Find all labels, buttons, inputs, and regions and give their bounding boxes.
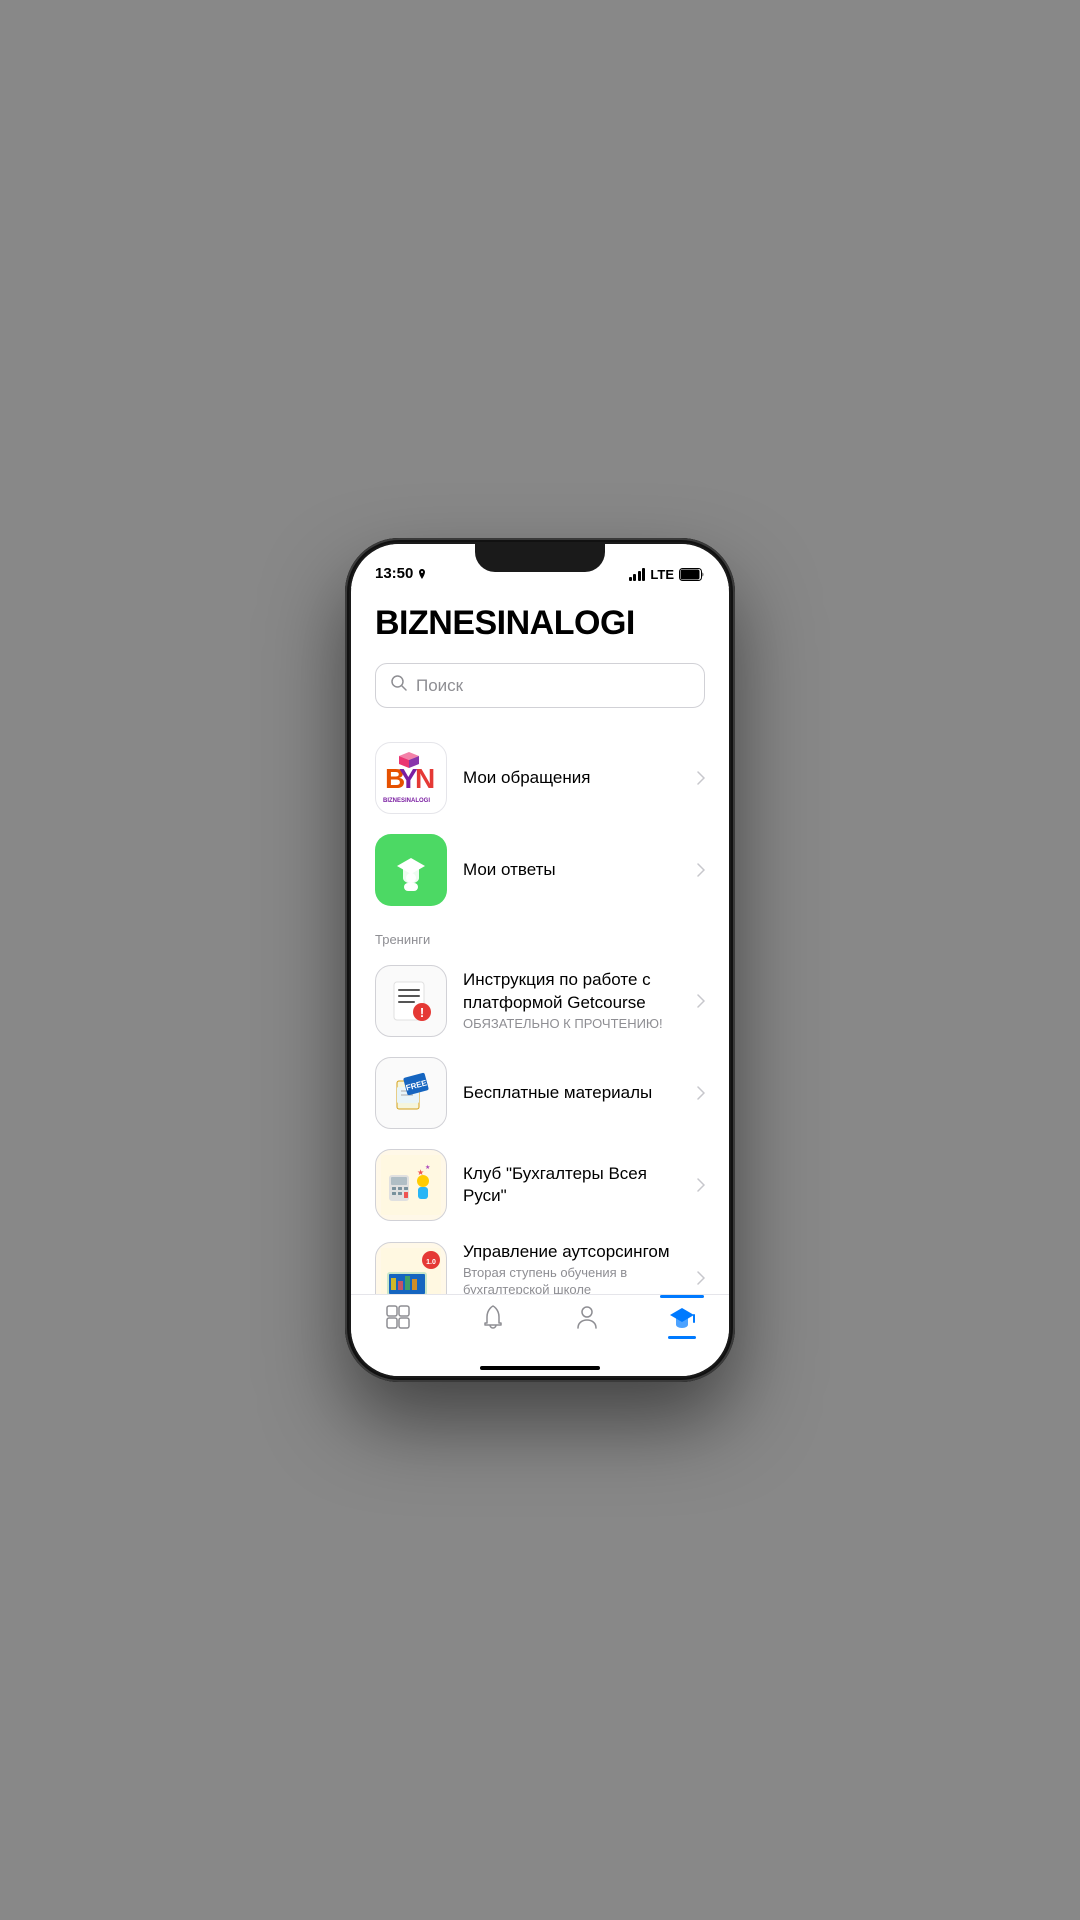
free-materials-icon: FREE	[375, 1057, 447, 1129]
carrier-label: LTE	[650, 567, 674, 582]
accountants-club-title: Клуб "Бухгалтеры Всея Руси"	[463, 1163, 681, 1207]
chevron-right-icon5	[697, 1178, 705, 1192]
svg-text:!: !	[420, 1005, 424, 1020]
accountants-club-text: Клуб "Бухгалтеры Всея Руси"	[463, 1163, 681, 1207]
nav-profile[interactable]	[561, 1303, 613, 1331]
outsourcing-title: Управление аутсорсингом	[463, 1241, 681, 1263]
chevron-right-icon4	[697, 1086, 705, 1100]
graduation-green-icon	[375, 834, 447, 906]
app-title: BIZNESINALOGI	[375, 604, 705, 643]
graduation-cap-icon	[668, 1303, 696, 1331]
svg-text:★: ★	[417, 1168, 424, 1177]
club-svg: ★ ★	[381, 1155, 441, 1215]
instruction-svg: !	[386, 976, 436, 1026]
bin-logo-icon: B Y N BIZNESINALOGI	[375, 742, 447, 814]
nav-courses[interactable]	[372, 1303, 424, 1331]
status-icons: LTE	[629, 567, 705, 582]
grad-svg	[389, 848, 433, 892]
free-materials-item[interactable]: FREE Бесплатные материалы	[375, 1047, 705, 1139]
search-bar[interactable]	[375, 663, 705, 708]
search-icon	[390, 674, 408, 697]
nav-notifications[interactable]	[467, 1303, 519, 1331]
my-answers-title: Мои ответы	[463, 859, 681, 881]
my-requests-item[interactable]: B Y N BIZNESINALOGI	[375, 732, 705, 824]
nav-training[interactable]	[656, 1303, 708, 1331]
battery-icon	[679, 568, 705, 581]
svg-text:N: N	[415, 763, 435, 794]
chevron-right-icon6	[697, 1271, 705, 1285]
grid-icon	[384, 1303, 412, 1331]
home-indicator	[480, 1366, 600, 1370]
instruction-item[interactable]: ! Инструкция по работе с платформой Getc…	[375, 955, 705, 1047]
svg-text:BIZNESINALOGI: BIZNESINALOGI	[383, 798, 430, 804]
chevron-right-icon	[697, 771, 705, 785]
status-time: 13:50	[375, 565, 428, 582]
accountants-club-icon: ★ ★	[375, 1149, 447, 1221]
free-materials-title: Бесплатные материалы	[463, 1082, 681, 1104]
person-icon	[573, 1303, 601, 1331]
scroll-content[interactable]: BIZNESINALOGI	[351, 588, 729, 1376]
my-answers-item[interactable]: Мои ответы	[375, 824, 705, 916]
phone-screen: 13:50 LTE	[351, 544, 729, 1376]
free-materials-text: Бесплатные материалы	[463, 1082, 681, 1104]
bin-logo-svg: B Y N BIZNESINALOGI	[381, 750, 441, 806]
chevron-right-icon2	[697, 863, 705, 877]
signal-icon	[629, 568, 646, 581]
svg-text:★: ★	[425, 1164, 430, 1171]
instruction-title: Инструкция по работе с платформой Getcou…	[463, 969, 681, 1013]
free-svg: FREE	[383, 1065, 439, 1121]
phone-frame: 13:50 LTE	[345, 538, 735, 1382]
instruction-icon: !	[375, 965, 447, 1037]
my-answers-text: Мои ответы	[463, 859, 681, 881]
trainings-section-label: Тренинги	[375, 932, 705, 947]
bell-icon	[479, 1303, 507, 1331]
svg-text:1.0: 1.0	[426, 1259, 436, 1266]
my-requests-title: Мои обращения	[463, 767, 681, 789]
instruction-subtitle: ОБЯЗАТЕЛЬНО К ПРОЧТЕНИЮ!	[463, 1016, 681, 1033]
my-requests-text: Мои обращения	[463, 767, 681, 789]
accountants-club-item[interactable]: ★ ★ Клуб "Бухгалтеры Всея Руси"	[375, 1139, 705, 1231]
bottom-navigation	[351, 1294, 729, 1376]
notch	[475, 544, 605, 572]
instruction-text: Инструкция по работе с платформой Getcou…	[463, 969, 681, 1032]
search-input[interactable]	[416, 676, 690, 696]
chevron-right-icon3	[697, 994, 705, 1008]
location-icon	[416, 568, 428, 580]
